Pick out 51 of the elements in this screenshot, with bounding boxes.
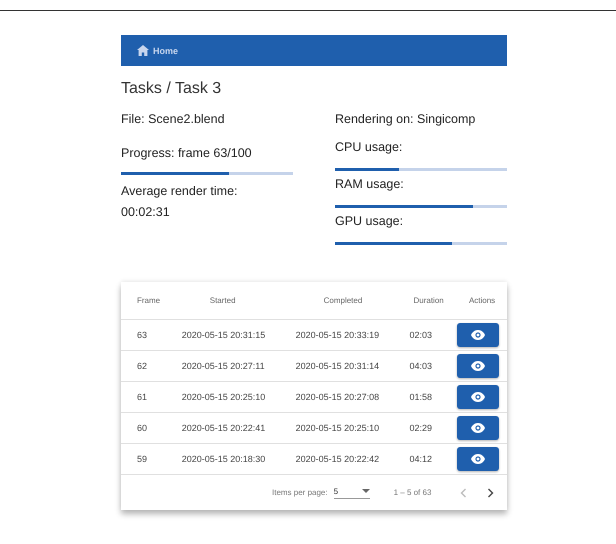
table-cell: 2020-05-15 20:33:19: [280, 320, 394, 350]
average-value: 00:02:31: [121, 205, 171, 219]
table-cell: 61: [121, 382, 166, 412]
table-cell: 2020-05-15 20:22:41: [166, 412, 280, 444]
column-header: Duration: [393, 282, 451, 320]
table-cell: 02:03: [393, 320, 451, 350]
usage-label: GPU usage:: [335, 214, 404, 228]
table-cell: 04:03: [393, 350, 451, 382]
file-label: File: Scene2.blend: [121, 112, 226, 126]
column-header: Actions: [450, 282, 507, 320]
table-cell: 2020-05-15 20:25:10: [166, 382, 280, 412]
table-cell: 04:12: [393, 444, 451, 474]
table-cell: 2020-05-15 20:27:08: [280, 382, 394, 412]
page-size-select[interactable]: 5: [334, 486, 370, 498]
table-cell: 59: [121, 444, 166, 474]
table-cell: 2020-05-15 20:27:11: [166, 350, 280, 382]
table-cell: 2020-05-15 20:22:42: [280, 444, 394, 474]
table-cell: 2020-05-15 20:31:14: [280, 350, 394, 382]
table-cell: 2020-05-15 20:18:30: [166, 444, 280, 474]
progress-label: Progress: frame 63/100: [121, 146, 253, 160]
view-button[interactable]: [456, 354, 499, 378]
eye-icon: [470, 330, 485, 340]
view-button[interactable]: [456, 416, 499, 440]
column-header: Completed: [280, 282, 394, 320]
column-header: Started: [166, 282, 280, 320]
table-cell: 02:29: [393, 412, 451, 444]
table-cell: 2020-05-15 20:31:15: [166, 320, 280, 350]
eye-icon: [470, 454, 485, 464]
view-button[interactable]: [456, 447, 499, 471]
dropdown-caret-icon: [362, 489, 370, 493]
page-title: Tasks / Task 3: [121, 80, 222, 98]
eye-icon: [470, 361, 485, 371]
table-cell: 01:58: [393, 382, 451, 412]
table-cell: 2020-05-15 20:25:10: [280, 412, 394, 444]
home-link[interactable]: Home: [137, 45, 178, 56]
next-page-button[interactable]: [485, 488, 496, 498]
usage-label: RAM usage:: [335, 177, 405, 191]
eye-icon: [470, 392, 485, 402]
view-button[interactable]: [456, 385, 499, 409]
page-range: 1 – 5 of 63: [394, 488, 432, 497]
home-icon: [137, 45, 149, 56]
view-button[interactable]: [456, 323, 499, 347]
rendering-label: Rendering on: Singicomp: [335, 112, 476, 126]
table-cell: 63: [121, 320, 166, 350]
average-label: Average render time:: [121, 184, 238, 198]
table-cell: 60: [121, 412, 166, 444]
usage-label: CPU usage:: [335, 140, 404, 154]
eye-icon: [470, 423, 485, 433]
column-header: Frame: [121, 282, 166, 320]
table-cell: 62: [121, 350, 166, 382]
items-per-page-label: Items per page:: [272, 488, 328, 497]
